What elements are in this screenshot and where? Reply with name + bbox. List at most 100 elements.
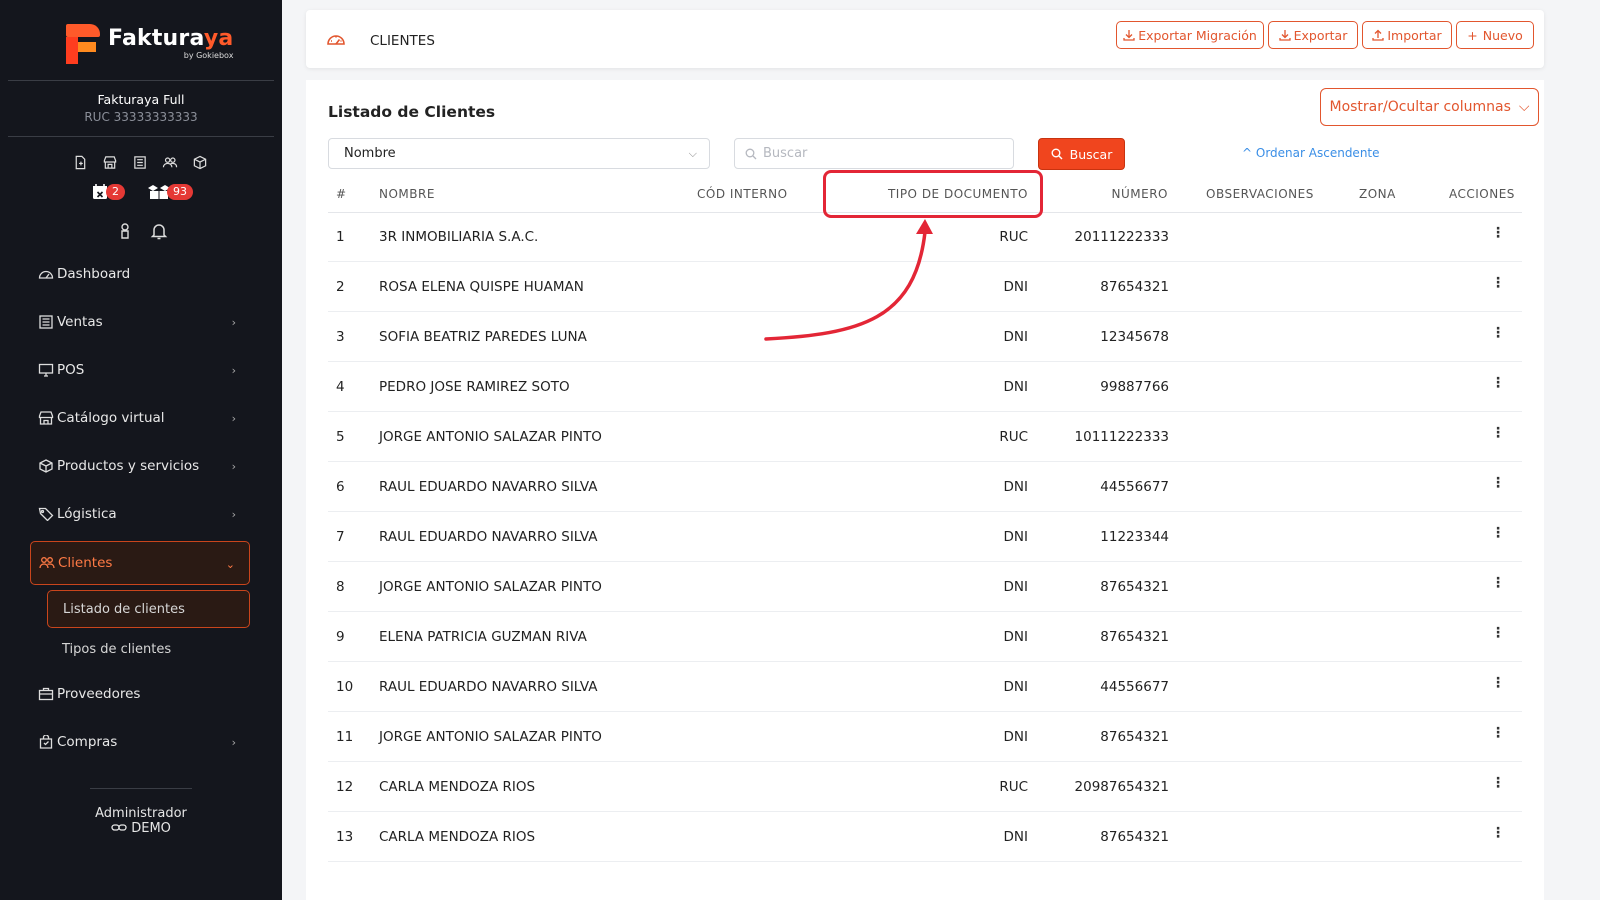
filter-select[interactable]: Nombre ⌵	[328, 138, 710, 169]
nav-pos[interactable]: POS ›	[30, 348, 250, 392]
cell-name: RAUL EDUARDO NAVARRO SILVA	[379, 679, 598, 695]
nav-clientes[interactable]: Clientes ⌄	[30, 541, 250, 585]
toggle-columns-button[interactable]: Mostrar/Ocultar columnas ⌵	[1320, 88, 1539, 126]
bell-icon[interactable]	[150, 222, 168, 240]
search-input[interactable]	[763, 146, 1003, 161]
cell-doc-type: DNI	[1003, 279, 1028, 295]
new-button[interactable]: + Nuevo	[1456, 21, 1534, 49]
export-button[interactable]: Exportar	[1268, 21, 1358, 49]
nav-proveedores[interactable]: Proveedores	[30, 672, 250, 716]
table-row[interactable]: 11 JORGE ANTONIO SALAZAR PINTO DNI 87654321…	[328, 712, 1522, 762]
header-actions: ACCIONES	[1449, 187, 1515, 201]
table-row[interactable]: 7 RAUL EDUARDO NAVARRO SILVA DNI 11223344 ⋮	[328, 512, 1522, 562]
cell-name: JORGE ANTONIO SALAZAR PINTO	[379, 579, 602, 595]
nav-ventas[interactable]: Ventas ›	[30, 300, 250, 344]
brand-name: Fakturaya	[108, 26, 234, 51]
cell-number: 44556677	[1100, 479, 1169, 495]
more-actions-icon[interactable]: ⋮	[1491, 426, 1505, 440]
subnav-label: Listado de clientes	[63, 601, 185, 617]
users-icon[interactable]	[162, 155, 178, 170]
table-row[interactable]: 4 PEDRO JOSE RAMIREZ SOTO DNI 99887766 ⋮	[328, 362, 1522, 412]
new-document-icon[interactable]	[72, 155, 88, 170]
table-row[interactable]: 1 3R INMOBILIARIA S.A.C. RUC 20111222333 ⋮	[328, 212, 1522, 262]
notification-badges: 2 93	[92, 183, 193, 201]
table-row[interactable]: 9 ELENA PATRICIA GUZMAN RIVA DNI 87654321 ⋮	[328, 612, 1522, 662]
import-button[interactable]: Importar	[1362, 21, 1452, 49]
sort-ascending-link[interactable]: ^ Ordenar Ascendente	[1242, 146, 1380, 160]
store-icon	[38, 411, 54, 425]
receipt-icon	[39, 315, 53, 329]
admin-role: Administrador	[95, 806, 187, 821]
subnav-tipos-clientes[interactable]: Tipos de clientes	[47, 630, 250, 668]
search-icon	[745, 148, 757, 159]
header-zone[interactable]: ZONA	[1359, 187, 1396, 201]
cell-index: 5	[336, 429, 345, 445]
table-row[interactable]: 5 JORGE ANTONIO SALAZAR PINTO RUC 101112223…	[328, 412, 1522, 462]
logo-mark-icon	[66, 24, 100, 64]
header-name[interactable]: NOMBRE	[379, 187, 435, 201]
brand-byline: by Gokiebox	[183, 51, 234, 60]
more-actions-icon[interactable]: ⋮	[1491, 476, 1505, 490]
search-box[interactable]	[734, 138, 1014, 169]
admin-user: DEMO	[0, 821, 282, 836]
more-actions-icon[interactable]: ⋮	[1491, 526, 1505, 540]
boxes-alert[interactable]: 93	[147, 183, 193, 201]
search-button[interactable]: Buscar	[1038, 138, 1125, 170]
cell-doc-type: RUC	[999, 779, 1028, 795]
cell-index: 2	[336, 279, 345, 295]
chevron-up-icon: ^	[1242, 146, 1253, 160]
cell-index: 3	[336, 329, 345, 345]
subnav-label: Tipos de clientes	[62, 641, 172, 657]
more-actions-icon[interactable]: ⋮	[1491, 826, 1505, 840]
chevron-down-icon: ⌵	[688, 147, 697, 160]
more-actions-icon[interactable]: ⋮	[1491, 676, 1505, 690]
more-actions-icon[interactable]: ⋮	[1491, 626, 1505, 640]
cell-doc-type: DNI	[1003, 329, 1028, 345]
divider	[8, 136, 274, 137]
table-row[interactable]: 6 RAUL EDUARDO NAVARRO SILVA DNI 44556677 ⋮	[328, 462, 1522, 512]
nav-label: Proveedores	[57, 686, 141, 702]
cell-number: 87654321	[1100, 629, 1169, 645]
more-actions-icon[interactable]: ⋮	[1491, 376, 1505, 390]
brand-logo[interactable]: Fakturaya by Gokiebox	[66, 24, 233, 64]
admin-info[interactable]: Administrador DEMO	[0, 806, 282, 836]
header-notes[interactable]: OBSERVACIONES	[1206, 187, 1314, 201]
more-actions-icon[interactable]: ⋮	[1491, 776, 1505, 790]
user-actions	[118, 222, 168, 240]
cell-name: ELENA PATRICIA GUZMAN RIVA	[379, 629, 587, 645]
cell-index: 8	[336, 579, 345, 595]
more-actions-icon[interactable]: ⋮	[1491, 276, 1505, 290]
subnav-listado-clientes[interactable]: Listado de clientes	[47, 590, 250, 628]
more-actions-icon[interactable]: ⋮	[1491, 726, 1505, 740]
box-icon[interactable]	[192, 155, 208, 170]
link-icon	[111, 824, 127, 831]
more-actions-icon[interactable]: ⋮	[1491, 576, 1505, 590]
nav-compras[interactable]: Compras ›	[30, 720, 250, 764]
table-row[interactable]: 8 JORGE ANTONIO SALAZAR PINTO DNI 87654321 ⋮	[328, 562, 1522, 612]
nav-logistica[interactable]: Lógistica ›	[30, 492, 250, 536]
table-row[interactable]: 3 SOFIA BEATRIZ PAREDES LUNA DNI 12345678 ⋮	[328, 312, 1522, 362]
table-row[interactable]: 10 RAUL EDUARDO NAVARRO SILVA DNI 44556677 ⋮	[328, 662, 1522, 712]
export-migration-button[interactable]: Exportar Migración	[1116, 21, 1264, 49]
nav-catalogo[interactable]: Catálogo virtual ›	[30, 396, 250, 440]
cell-name: JORGE ANTONIO SALAZAR PINTO	[379, 729, 602, 745]
cell-number: 11223344	[1100, 529, 1169, 545]
header-code[interactable]: CÓD INTERNO	[697, 187, 788, 201]
download-icon	[1278, 30, 1291, 41]
more-actions-icon[interactable]: ⋮	[1491, 226, 1505, 240]
table-row[interactable]: 2 ROSA ELENA QUISPE HUAMAN DNI 87654321 ⋮	[328, 262, 1522, 312]
more-actions-icon[interactable]: ⋮	[1491, 326, 1505, 340]
cell-index: 1	[336, 229, 345, 245]
table-row[interactable]: 12 CARLA MENDOZA RIOS RUC 20987654321 ⋮	[328, 762, 1522, 812]
users-icon	[39, 557, 55, 569]
nav-dashboard[interactable]: Dashboard	[30, 252, 250, 296]
header-number[interactable]: NÚMERO	[1068, 187, 1168, 201]
cell-index: 12	[336, 779, 354, 795]
calendar-alert[interactable]: 2	[92, 183, 125, 201]
nav-productos[interactable]: Productos y servicios ›	[30, 444, 250, 488]
store-icon[interactable]	[102, 155, 118, 170]
receipt-icon[interactable]	[132, 155, 148, 170]
table-row[interactable]: 13 CARLA MENDOZA RIOS DNI 87654321 ⋮	[328, 812, 1522, 862]
user-profile-icon[interactable]	[118, 222, 132, 239]
nav-label: POS	[57, 362, 85, 378]
